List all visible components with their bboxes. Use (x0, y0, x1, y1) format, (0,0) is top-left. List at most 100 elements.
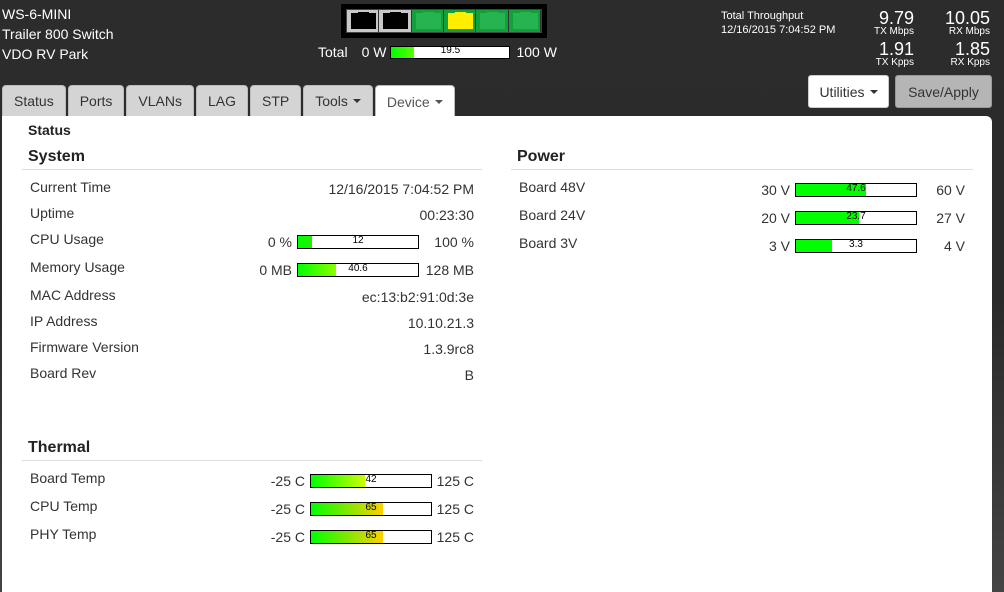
tab-label: VLANs (138, 93, 182, 109)
board-temp-max: 125 C (436, 473, 474, 489)
board-3v-meter: 3 V 3.3 4 V (750, 238, 965, 254)
ip-address-label: IP Address (30, 313, 98, 329)
power-total-min: 0 W (361, 44, 387, 60)
cpu-temp-min: -25 C (270, 501, 305, 517)
tab-status[interactable]: Status (2, 85, 66, 116)
port-6[interactable] (508, 10, 541, 32)
cpu-usage-meter: 0 % 12 100 % (268, 234, 474, 250)
port-list (346, 9, 542, 33)
board-3v-gauge: 3.3 (795, 239, 917, 253)
board-rev-row: Board Rev B (22, 360, 482, 386)
board-24v-gauge: 23.7 (795, 211, 917, 225)
rx-kpps-label: RX Kpps (950, 57, 990, 68)
power-total-max: 100 W (516, 44, 557, 60)
rx-mbps-value: 10.05 (944, 8, 990, 28)
port-status-panel (341, 4, 547, 38)
cpu-usage-value: 12 (352, 235, 364, 246)
tab-tools[interactable]: Tools (303, 85, 373, 116)
utilities-dropdown-button[interactable]: Utilities (808, 75, 889, 108)
tab-label: Ports (79, 93, 113, 109)
board-48v-value: 47.6 (846, 183, 866, 194)
board-24v-value: 23.7 (846, 211, 866, 222)
phy-temp-value: 65 (365, 530, 377, 541)
cpu-usage-gauge: 12 (297, 235, 419, 249)
power-heading: Power (511, 146, 973, 170)
system-heading: System (22, 146, 482, 170)
port-3[interactable] (411, 10, 444, 32)
phy-temp-label: PHY Temp (30, 526, 97, 542)
system-section: System Current Time 12/16/2015 7:04:52 P… (22, 146, 482, 386)
power-rows: Board 48V 30 V 47.6 60 V Board 24V 20 V 23.7 27… (511, 174, 973, 258)
save-apply-label: Save/Apply (908, 83, 979, 100)
tx-kpps-stat: 1.91 TX Kpps (862, 40, 914, 68)
tx-kpps-label: TX Kpps (875, 57, 914, 68)
tx-kpps-value: 1.91 (878, 39, 914, 59)
mac-address-label: MAC Address (30, 287, 116, 303)
board-temp-label: Board Temp (30, 470, 106, 486)
board-temp-gauge: 42 (310, 474, 432, 488)
board-24v-meter: 20 V 23.7 27 V (750, 210, 965, 226)
memory-usage-gauge: 40.6 (297, 263, 419, 277)
main-tabs: Status Ports VLANs LAG STP Tools Device (2, 85, 457, 117)
ethernet-port-icon (447, 12, 473, 29)
memory-usage-max: 128 MB (425, 262, 474, 278)
port-4[interactable] (443, 10, 477, 32)
rx-mbps-stat: 10.05 RX Mbps (930, 9, 990, 37)
memory-usage-row: Memory Usage 0 MB 40.6 128 MB (22, 254, 482, 282)
page-title: Status (28, 122, 71, 138)
memory-usage-meter: 0 MB 40.6 128 MB (259, 262, 474, 278)
tab-label: Status (14, 93, 54, 109)
port-2[interactable] (379, 10, 412, 32)
cpu-temp-label: CPU Temp (30, 498, 98, 514)
tab-label: Device (386, 93, 430, 110)
tab-stp[interactable]: STP (249, 85, 302, 116)
current-time-value: 12/16/2015 7:04:52 PM (328, 181, 474, 197)
memory-usage-value: 40.6 (348, 263, 368, 274)
board-rev-value: B (464, 367, 474, 383)
phy-temp-min: -25 C (270, 529, 305, 545)
save-apply-button[interactable]: Save/Apply (895, 75, 992, 108)
ethernet-port-icon (383, 12, 409, 29)
board-48v-min: 30 V (761, 182, 790, 198)
caret-down-icon (869, 89, 878, 94)
thermal-rows: Board Temp -25 C 42 125 C CPU Temp -25 C 65 125… (22, 465, 482, 549)
board-3v-value: 3.3 (849, 239, 863, 250)
throughput-timestamp: 12/16/2015 7:04:52 PM (721, 24, 836, 36)
thermal-section: Thermal Board Temp -25 C 42 125 C CPU Temp -2… (22, 437, 482, 549)
tx-mbps-value: 9.79 (878, 8, 914, 28)
board-24v-max: 27 V (936, 210, 965, 226)
board-48v-max: 60 V (936, 182, 965, 198)
tab-device[interactable]: Device (374, 85, 455, 117)
board-temp-meter: -25 C 42 125 C (265, 473, 474, 489)
port-5[interactable] (476, 10, 509, 32)
rx-mbps-label: RX Mbps (948, 26, 990, 37)
device-model: WS-6-MINI (2, 6, 72, 22)
current-time-label: Current Time (30, 179, 111, 195)
throughput-title: Total Throughput (721, 10, 804, 22)
caret-down-icon (434, 99, 443, 104)
board-3v-row: Board 3V 3 V 3.3 4 V (511, 230, 973, 258)
phy-temp-row: PHY Temp -25 C 65 125 C (22, 521, 482, 549)
cpu-usage-label: CPU Usage (30, 231, 104, 247)
cpu-usage-row: CPU Usage 0 % 12 100 % (22, 226, 482, 254)
cpu-temp-meter: -25 C 65 125 C (265, 501, 474, 517)
firmware-version-row: Firmware Version 1.3.9rc8 (22, 334, 482, 360)
board-24v-min: 20 V (761, 210, 790, 226)
thermal-heading: Thermal (22, 437, 482, 461)
device-name: Trailer 800 Switch (2, 26, 114, 42)
tab-label: Tools (315, 93, 348, 109)
tab-ports[interactable]: Ports (67, 85, 125, 116)
current-time-row: Current Time 12/16/2015 7:04:52 PM (22, 174, 482, 200)
throughput-info: Total Throughput 12/16/2015 7:04:52 PM (721, 9, 835, 37)
tab-lag[interactable]: LAG (195, 85, 248, 116)
memory-usage-min: 0 MB (259, 262, 292, 278)
content-panel: Status System Current Time 12/16/2015 7:… (2, 116, 992, 592)
port-1[interactable] (347, 10, 380, 32)
cpu-usage-min: 0 % (267, 234, 292, 250)
rx-kpps-stat: 1.85 RX Kpps (930, 40, 990, 68)
ethernet-port-icon (480, 12, 506, 29)
board-temp-min: -25 C (270, 473, 305, 489)
tab-vlans[interactable]: VLANs (126, 85, 194, 116)
board-3v-max: 4 V (943, 238, 965, 254)
board-rev-label: Board Rev (30, 365, 97, 381)
